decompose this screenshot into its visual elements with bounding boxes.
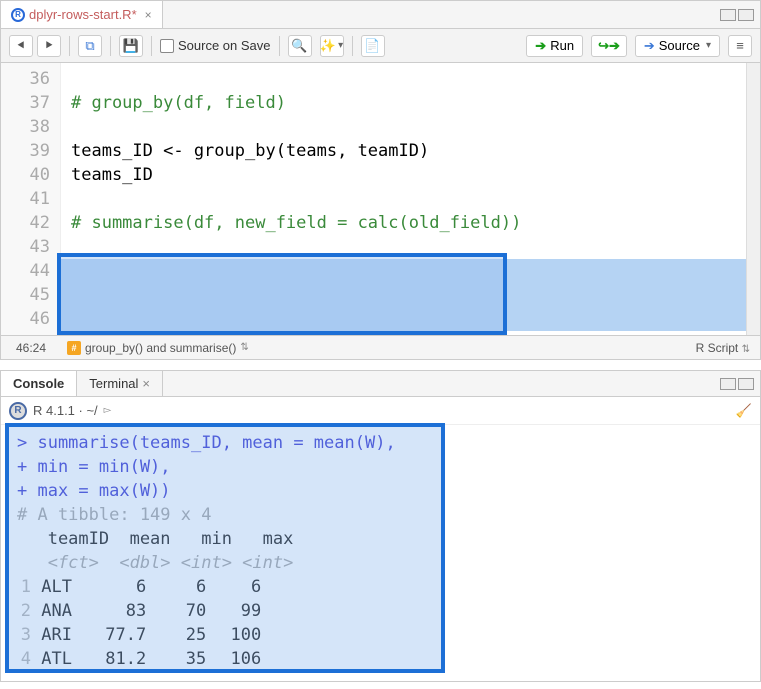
source-on-save-checkbox[interactable] [160,39,174,53]
source-label: Source [659,38,700,53]
editor-scrollbar[interactable] [746,63,760,335]
close-tab-icon[interactable]: × [145,8,152,22]
close-icon[interactable]: × [142,376,150,391]
scope-selector[interactable]: # group_by() and summarise() ⇅ [61,341,686,355]
code-line [71,115,746,139]
code-line: # summarise(df, new_field = calc(old_fie… [71,211,746,235]
file-tab-label: dplyr-rows-start.R* [29,7,137,22]
table-row: 2 ANA837099 [17,599,750,623]
save-button[interactable]: 💾 [119,35,143,57]
maximize-pane-button[interactable] [738,9,754,21]
console-tab-bar: Console Terminal × [1,371,760,397]
console-line: > summarise(teams_ID, mean = mean(W), [17,431,750,455]
code-tools-button[interactable]: ✨▾ [320,35,344,57]
run-button[interactable]: ➔ Run [526,35,583,57]
cursor-position[interactable]: 46:24 [1,341,61,355]
minimize-pane-button[interactable] [720,378,736,390]
rerun-icon: ↪➔ [598,38,620,54]
code-line: teams_ID <- group_by(teams, teamID) [71,139,746,163]
r-file-icon: R [11,8,25,22]
run-arrow-icon: ➔ [535,38,546,54]
code-line: # group_by(df, field) [71,91,746,115]
column-header: teamID mean min max [17,527,750,551]
minimize-pane-button[interactable] [720,9,736,21]
editor-statusbar: 46:24 # group_by() and summarise() ⇅ R S… [1,335,760,359]
tibble-header: # A tibble: 149 x 4 [17,503,750,527]
code-line [71,235,746,259]
table-row: 4 ATL81.235106 [17,647,750,671]
source-on-save-label: Source on Save [178,38,271,53]
type-header: <fct> <dbl> <int> <int> [17,551,750,575]
table-row: 1 ALT666 [17,575,750,599]
clear-console-button[interactable]: 🧹 [736,403,752,419]
source-on-save-toggle[interactable]: Source on Save [160,38,271,53]
forward-button[interactable]: ⯈ [37,35,61,57]
console-output[interactable]: > summarise(teams_ID, mean = mean(W), + … [1,425,760,681]
code-line: teams_ID [71,163,746,187]
pane-window-controls [720,378,760,390]
line-gutter: 36 37 38 39 40 41 42 43 44 45 46 [1,63,61,335]
source-arrow-icon: ➔ [644,38,655,54]
pane-window-controls [720,9,760,21]
run-label: Run [550,38,574,53]
code-line [71,67,746,91]
tab-terminal[interactable]: Terminal × [77,371,163,396]
code-content[interactable]: # group_by(df, field) teams_ID <- group_… [61,63,746,335]
r-version-label[interactable]: R 4.1.1 · ~/ [33,403,98,418]
editor-tab-bar: R dplyr-rows-start.R* × [1,1,760,29]
table-row: 3 ARI77.725100 [17,623,750,647]
console-line: + min = min(W), [17,455,750,479]
find-button[interactable]: 🔍 [288,35,312,57]
tab-console[interactable]: Console [1,371,77,396]
maximize-pane-button[interactable] [738,378,754,390]
compile-report-button[interactable]: 📄 [361,35,385,57]
back-button[interactable]: ⯇ [9,35,33,57]
editor-toolbar: ⯇ ⯈ ⧉ 💾 Source on Save 🔍 ✨▾ 📄 ➔ Run ↪➔ ➔… [1,29,760,63]
source-pane: R dplyr-rows-start.R* × ⯇ ⯈ ⧉ 💾 Source o… [0,0,761,360]
console-toolbar: R R 4.1.1 · ~/ ▻ 🧹 [1,397,760,425]
console-line: + max = max(W)) [17,479,750,503]
rerun-button[interactable]: ↪➔ [591,35,627,57]
outline-button[interactable]: ≡ [728,35,752,57]
source-button[interactable]: ➔ Source ▾ [635,35,720,57]
code-editor[interactable]: 36 37 38 39 40 41 42 43 44 45 46 # group… [1,63,760,335]
scope-icon: # [67,341,81,355]
scope-label: group_by() and summarise() [85,341,236,355]
code-line [71,187,746,211]
console-pane: Console Terminal × R R 4.1.1 · ~/ ▻ 🧹 > … [0,370,761,682]
language-selector[interactable]: R Script ⇅ [686,341,760,355]
show-in-new-window-button[interactable]: ⧉ [78,35,102,57]
r-logo-icon: R [9,402,27,420]
file-tab[interactable]: R dplyr-rows-start.R* × [1,1,163,28]
